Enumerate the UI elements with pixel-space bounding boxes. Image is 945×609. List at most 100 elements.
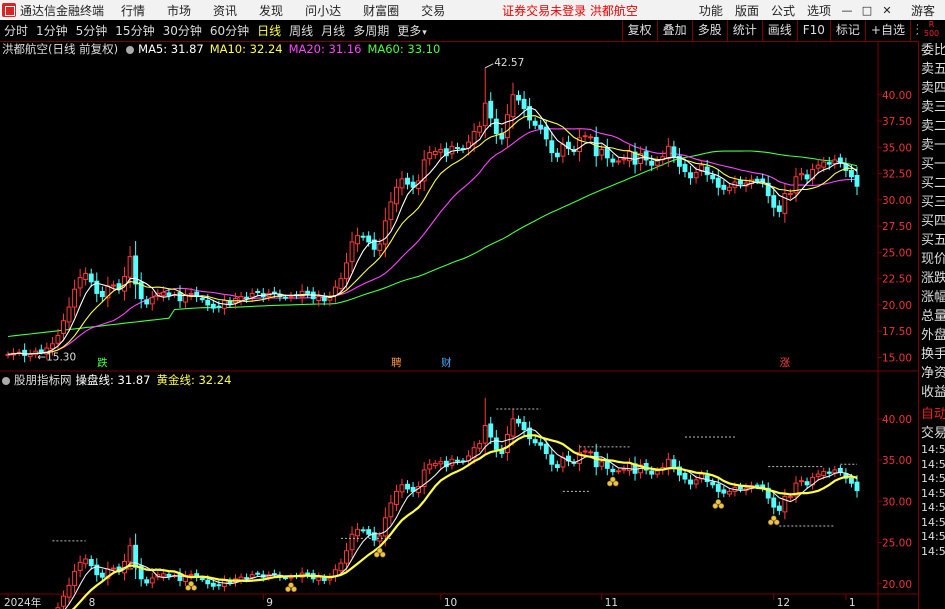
sub-candle-body bbox=[710, 481, 716, 486]
sub-candle-body bbox=[849, 477, 854, 484]
sidebar-item-bid3: 买三 bbox=[921, 195, 945, 210]
main-candle-body bbox=[205, 299, 211, 306]
event-marker[interactable]: 财 bbox=[441, 356, 452, 369]
sub-chart-info: 股朋指标网 操盘线: 31.87 黄金线: 32.24 bbox=[2, 372, 237, 388]
event-marker[interactable]: 聘 bbox=[391, 356, 402, 369]
main-candle-body bbox=[516, 94, 521, 101]
main-candle-body bbox=[360, 235, 366, 238]
main-candle-body bbox=[127, 256, 133, 278]
sub-candle-body bbox=[344, 550, 349, 564]
sub-candle-body bbox=[149, 577, 155, 584]
sub-candle-body bbox=[127, 545, 133, 563]
sidebar-item-commission-ratio: 委比 bbox=[921, 43, 945, 58]
sub-candle-body bbox=[321, 577, 327, 581]
sub-candle-body bbox=[144, 579, 150, 584]
sub-candle-body bbox=[205, 579, 211, 585]
sub-candle-body bbox=[110, 567, 116, 570]
main-candle-body bbox=[493, 118, 499, 135]
sub-candle-body bbox=[776, 505, 782, 511]
main-candle-body bbox=[455, 147, 460, 150]
main-candle-body bbox=[710, 174, 716, 180]
tick-time: 14:56 bbox=[921, 486, 945, 500]
y-tick-label: 15.00 bbox=[882, 352, 912, 364]
sub-candle-body bbox=[627, 462, 632, 472]
main-candle-body bbox=[854, 174, 860, 187]
main-candle-body bbox=[366, 235, 372, 243]
main-candle-body bbox=[382, 220, 388, 245]
x-tick-label: 1 bbox=[849, 597, 856, 609]
sub-y-tick-label: 40.00 bbox=[882, 414, 912, 426]
main-candle-body bbox=[288, 296, 294, 299]
sub-y-tick-label: 20.00 bbox=[882, 579, 912, 591]
y-tick-label: 17.50 bbox=[882, 326, 912, 338]
sub-candle-body bbox=[671, 459, 677, 469]
sub-y-tick-label: 30.00 bbox=[882, 496, 912, 508]
main-chart-info: 洪都航空(日线 前复权) MA5: 31.87 MA10: 32.24 MA20: 3… bbox=[2, 41, 446, 57]
gold-coin-icon bbox=[376, 547, 383, 554]
main-candle-body bbox=[149, 297, 155, 305]
main-candle-body bbox=[654, 160, 660, 166]
ma5-value: MA5: 31.87 bbox=[138, 42, 204, 56]
main-candle-body bbox=[110, 284, 116, 287]
settings-dot-icon[interactable] bbox=[126, 46, 135, 54]
main-candle-body bbox=[671, 146, 677, 158]
kline-chart[interactable]: 15.00 17.50 20.00 22.50 25.00 27.50 30.00 32.50… bbox=[0, 0, 945, 609]
sub-candle-body bbox=[521, 421, 527, 431]
sub-candle-body bbox=[482, 424, 488, 444]
sub-candle-body bbox=[799, 480, 804, 483]
sidebar-item-volume: 总量 bbox=[921, 309, 945, 324]
sub-candle-body bbox=[688, 479, 693, 485]
sub-candle-body bbox=[210, 582, 216, 587]
main-candle-body bbox=[177, 292, 183, 302]
indicator-name[interactable]: 股朋指标网 bbox=[14, 373, 72, 387]
sidebar-item-earnings: 收益 bbox=[921, 385, 945, 400]
sub-candle-body bbox=[316, 576, 322, 581]
sub-candle-body bbox=[782, 495, 788, 513]
sidebar-auto-trade[interactable]: 自动 bbox=[919, 405, 945, 424]
main-candle-body bbox=[405, 177, 410, 185]
sub-candle-body bbox=[854, 481, 860, 492]
main-candle-body bbox=[249, 292, 255, 298]
event-marker[interactable]: 涨 bbox=[780, 357, 791, 369]
sub-candle-body bbox=[382, 517, 388, 537]
main-candle-body bbox=[588, 136, 594, 139]
main-candle-body bbox=[488, 100, 494, 119]
tick-time: 14:56 bbox=[921, 472, 945, 485]
sub-candle-body bbox=[649, 470, 655, 475]
main-candle-body bbox=[532, 120, 538, 126]
sub-candle-body bbox=[543, 443, 549, 454]
main-candle-body bbox=[521, 98, 527, 109]
main-candle-body bbox=[649, 160, 655, 166]
sub-candle-body bbox=[427, 463, 433, 470]
sub-candle-body bbox=[516, 418, 521, 424]
sub-candle-body bbox=[493, 437, 499, 450]
sub-settings-dot-icon[interactable] bbox=[2, 377, 10, 385]
sidebar-trade[interactable]: 交易 bbox=[919, 424, 945, 443]
x-tick-label: 11 bbox=[605, 597, 618, 609]
main-candle-body bbox=[355, 235, 361, 245]
main-candle-body bbox=[144, 299, 150, 305]
main-candle-body bbox=[327, 297, 333, 301]
high-pointer bbox=[484, 63, 494, 69]
sub-y-tick-label: 35.00 bbox=[882, 455, 912, 467]
sub-candle-body bbox=[615, 470, 621, 473]
stock-title[interactable]: 洪都航空(日线 前复权) bbox=[2, 42, 118, 56]
event-marker[interactable]: 跌 bbox=[97, 356, 108, 369]
x-tick-label: 10 bbox=[444, 597, 457, 609]
sub-candle-body bbox=[477, 443, 483, 449]
tick-time: 14:56 bbox=[921, 443, 945, 456]
sub-candle-body bbox=[432, 462, 438, 467]
main-candle-body bbox=[665, 145, 671, 160]
sub-candle-body bbox=[66, 584, 72, 598]
main-candle-body bbox=[344, 262, 349, 280]
sidebar-item-ask2: 卖二 bbox=[921, 119, 945, 134]
main-candle-body bbox=[599, 148, 605, 156]
main-candle-body bbox=[787, 193, 793, 196]
golden-line bbox=[71, 434, 858, 609]
sidebar-item-ask3: 卖三 bbox=[921, 100, 945, 115]
y-tick-label: 22.50 bbox=[882, 274, 912, 286]
sub-candle-body bbox=[88, 559, 94, 567]
x-tick-label: 8 bbox=[89, 597, 96, 609]
main-candle-body bbox=[399, 178, 405, 189]
y-tick-label: 30.00 bbox=[882, 195, 912, 207]
